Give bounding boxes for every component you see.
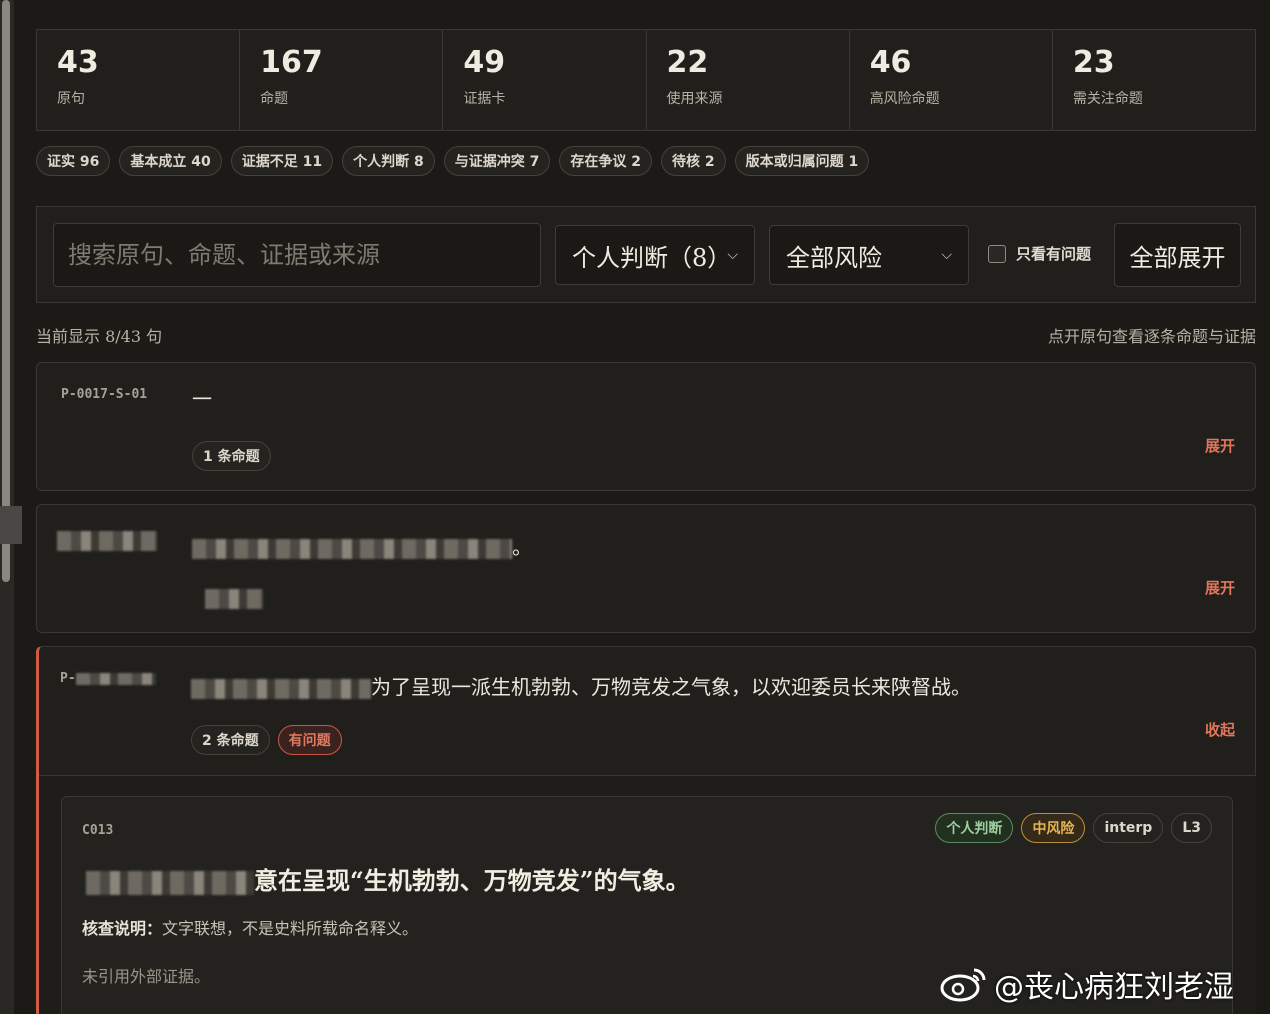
verdict-chips: 证实 96 基本成立 40 证据不足 11 个人判断 8 与证据冲突 7 存在争… <box>36 146 870 176</box>
weibo-logo-icon <box>940 966 988 1002</box>
stat-value: 49 <box>463 45 506 80</box>
verdict-tag: 个人判断 <box>935 813 1014 843</box>
risk-select[interactable]: 全部风险 ⌵ <box>769 225 969 285</box>
verdict-select[interactable]: 个人判断（8） ⌵ <box>555 225 755 285</box>
claim-note-text: 文字联想，不是史料所载命名释义。 <box>162 919 419 938</box>
chip-pending[interactable]: 待核 2 <box>660 146 726 176</box>
chip-personal-judgment[interactable]: 个人判断 8 <box>342 146 435 176</box>
collapse-toggle[interactable]: 收起 <box>1205 719 1235 740</box>
stat-value: 23 <box>1072 45 1115 80</box>
only-issues-checkbox[interactable] <box>988 244 1006 263</box>
sentence-card[interactable]: 。 展开 <box>36 504 1256 633</box>
risk-tag: 中风险 <box>1021 813 1086 843</box>
claim-evidence: 未引用外部证据。 <box>82 967 211 986</box>
stat-value: 22 <box>666 45 709 80</box>
redacted-text <box>192 538 512 559</box>
redacted-pill <box>205 589 263 609</box>
claim-note-label: 核查说明： <box>82 919 163 938</box>
sentence-id: P-0017-S-01 <box>61 387 148 402</box>
risk-select-value: 全部风险 <box>786 243 882 272</box>
expand-toggle[interactable]: 展开 <box>1205 435 1235 456</box>
expand-toggle[interactable]: 展开 <box>1205 577 1235 598</box>
results-summary: 当前显示 8/43 句 点开原句查看逐条命题与证据 <box>36 323 1256 347</box>
redacted-text <box>191 678 371 699</box>
chevron-down-icon: ⌵ <box>727 247 738 263</box>
sentence-body: 为了呈现一派生机勃勃、万物竞发之气象，以欢迎委员长来陕督战。 <box>371 675 971 699</box>
stat-attention: 23 需关注命题 <box>1053 30 1255 130</box>
results-hint: 点开原句查看逐条命题与证据 <box>1047 327 1256 346</box>
issue-badge: 有问题 <box>277 725 342 755</box>
expand-all-button[interactable]: 全部展开 <box>1114 223 1241 287</box>
stat-sentences: 43 原句 <box>37 30 241 130</box>
stat-sources: 22 使用来源 <box>647 30 850 130</box>
only-issues-toggle[interactable]: 只看有问题 <box>988 243 1091 264</box>
redacted-text <box>86 870 254 895</box>
redacted-id <box>75 672 156 685</box>
type-tag: interp <box>1093 813 1164 843</box>
claim-note: 核查说明：文字联想，不是史料所载命名释义。 <box>82 915 418 939</box>
chip-conflict[interactable]: 与证据冲突 7 <box>443 146 551 176</box>
watermark: @丧心病狂刘老湿 <box>940 962 1234 1006</box>
chevron-down-icon: ⌵ <box>941 247 952 263</box>
claim-tags: 个人判断 中风险 interp L3 <box>935 813 1212 843</box>
sentence-text: 一 <box>192 387 212 411</box>
stat-label: 命题 <box>260 91 289 107</box>
scrollbar-marker <box>0 506 22 544</box>
stat-label: 高风险命题 <box>869 91 940 107</box>
watermark-text: @丧心病狂刘老湿 <box>994 970 1234 1005</box>
sentence-card[interactable]: P-0017-S-01 一 1 条命题 展开 <box>36 362 1256 491</box>
claims-count-pill: 1 条命题 <box>192 441 271 471</box>
claim-id: C013 <box>82 823 114 838</box>
chip-verified[interactable]: 证实 96 <box>36 146 111 176</box>
stat-label: 证据卡 <box>463 91 506 107</box>
chip-disputed[interactable]: 存在争议 2 <box>559 146 652 176</box>
level-tag: L3 <box>1171 813 1212 843</box>
sentence-id-prefix: P- <box>60 671 76 686</box>
redacted-id <box>57 531 157 551</box>
chip-basically-true[interactable]: 基本成立 40 <box>119 146 222 176</box>
chip-version-issue[interactable]: 版本或归属问题 1 <box>734 146 870 176</box>
stat-claims: 167 命题 <box>240 30 444 130</box>
stat-label: 原句 <box>57 91 85 107</box>
claim-text: 意在呈现“生机勃勃、万物竞发”的气象。 <box>86 861 690 896</box>
sentence-text: 。 <box>192 531 532 560</box>
sentence-card-expanded[interactable]: P- 为了呈现一派生机勃勃、万物竞发之气象，以欢迎委员长来陕督战。 2 条命题 … <box>36 646 1256 1014</box>
stat-value: 43 <box>57 45 99 80</box>
stat-label: 使用来源 <box>666 91 723 107</box>
scrollbar-thumb[interactable] <box>2 0 10 582</box>
stat-evidence-cards: 49 证据卡 <box>443 30 647 130</box>
stats-panel: 43 原句 167 命题 49 证据卡 22 使用来源 46 高风险命题 23 … <box>36 29 1256 131</box>
stat-label: 需关注命题 <box>1072 91 1143 107</box>
stat-value: 46 <box>869 45 912 80</box>
sentence-id: P- <box>60 671 156 686</box>
chip-insufficient[interactable]: 证据不足 11 <box>230 146 334 176</box>
stat-high-risk: 46 高风险命题 <box>850 30 1053 130</box>
sentence-text: 为了呈现一派生机勃勃、万物竞发之气象，以欢迎委员长来陕督战。 <box>191 671 971 700</box>
claims-count-pill: 2 条命题 <box>191 725 270 755</box>
search-input[interactable] <box>53 223 541 287</box>
stat-value: 167 <box>260 45 323 80</box>
sentence-pills: 2 条命题 有问题 <box>191 725 342 755</box>
results-count: 当前显示 8/43 句 <box>36 327 163 346</box>
verdict-select-value: 个人判断（8） <box>572 243 732 272</box>
claim-body: 意在呈现“生机勃勃、万物竞发”的气象。 <box>254 866 690 895</box>
sentence-tail: 。 <box>512 535 532 559</box>
only-issues-label: 只看有问题 <box>1016 245 1092 263</box>
sentence-pills: 1 条命题 <box>192 441 271 471</box>
filter-bar: 个人判断（8） ⌵ 全部风险 ⌵ 只看有问题 全部展开 <box>36 206 1256 303</box>
